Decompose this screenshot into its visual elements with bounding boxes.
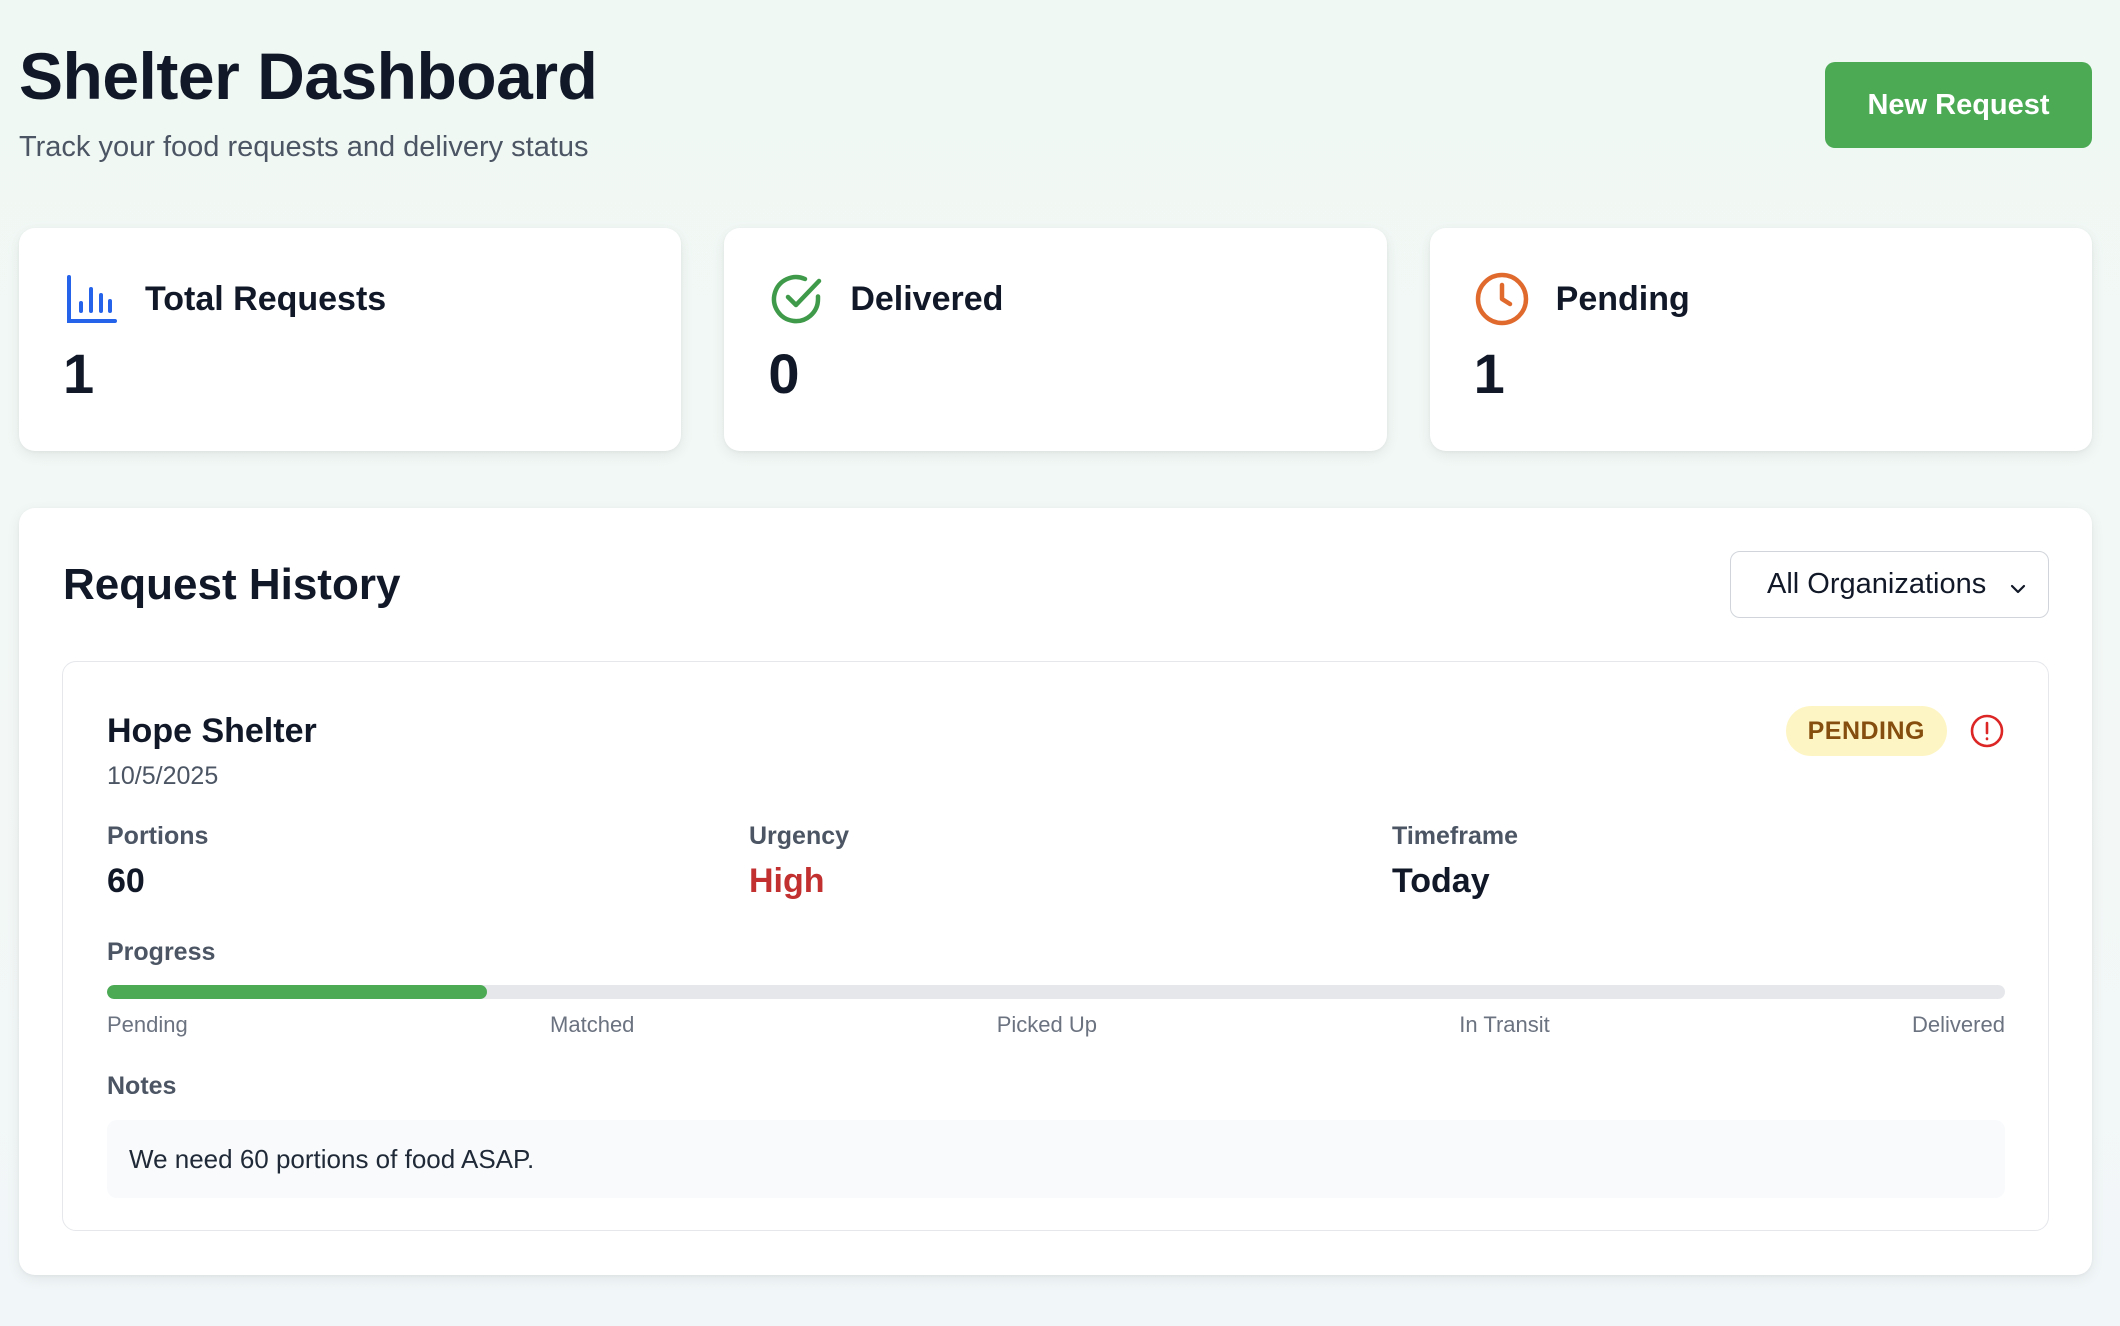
stage-label: Picked Up (996, 1012, 1097, 1037)
alert-circle-icon (1969, 713, 2005, 749)
request-card[interactable]: Hope Shelter 10/5/2025 PENDING Portions … (62, 661, 2049, 1231)
request-organization: Hope Shelter (107, 712, 317, 750)
portions-value: 60 (107, 862, 145, 900)
progress-stages: Pending Matched Picked Up In Transit Del… (107, 1012, 2005, 1038)
stat-label: Delivered (850, 279, 1004, 318)
timeframe-value: Today (1392, 862, 1490, 900)
stat-value: 1 (63, 342, 95, 405)
page-subtitle: Track your food requests and delivery st… (19, 131, 589, 163)
bar-chart-icon (63, 271, 119, 327)
stat-card-total-requests: Total Requests 1 (19, 228, 682, 451)
stat-value: 0 (768, 342, 800, 405)
notes-text: We need 60 portions of food ASAP. (129, 1143, 535, 1174)
stage-label: Matched (550, 1012, 635, 1037)
progress-bar (107, 985, 2005, 999)
progress-fill (107, 985, 487, 999)
stat-card-delivered: Delivered 0 (724, 228, 1387, 451)
portions-label: Portions (107, 822, 209, 850)
stat-label: Total Requests (145, 279, 387, 318)
stats-row: Total Requests 1 Delivered 0 Pending 1 (19, 228, 2092, 451)
request-history-panel: Request History All Organizations Hope S… (19, 508, 2092, 1275)
section-title: Request History (63, 560, 401, 609)
notes-label: Notes (107, 1072, 177, 1100)
organization-filter-select[interactable]: All Organizations (1730, 551, 2049, 618)
urgency-label: Urgency (749, 822, 850, 850)
stat-label: Pending (1555, 279, 1690, 318)
status-badge: PENDING (1785, 706, 1947, 756)
urgency-value: High (749, 862, 825, 900)
new-request-button[interactable]: New Request (1825, 62, 2092, 148)
stat-value: 1 (1473, 342, 1505, 405)
stage-label: Delivered (1912, 1012, 2005, 1037)
chevron-down-icon (2008, 574, 2028, 607)
progress-label: Progress (107, 938, 216, 966)
clock-icon (1474, 271, 1530, 327)
timeframe-label: Timeframe (1392, 822, 1518, 850)
stage-label: Pending (107, 1012, 188, 1037)
page-title: Shelter Dashboard (19, 39, 598, 113)
stage-label: In Transit (1459, 1012, 1550, 1037)
notes-box: We need 60 portions of food ASAP. (107, 1120, 2005, 1198)
request-date: 10/5/2025 (107, 762, 219, 790)
stat-card-pending: Pending 1 (1429, 228, 2092, 451)
check-circle-icon (768, 271, 824, 327)
organization-filter-value: All Organizations (1767, 568, 1987, 600)
page-header: Shelter Dashboard Track your food reques… (19, 38, 2092, 178)
